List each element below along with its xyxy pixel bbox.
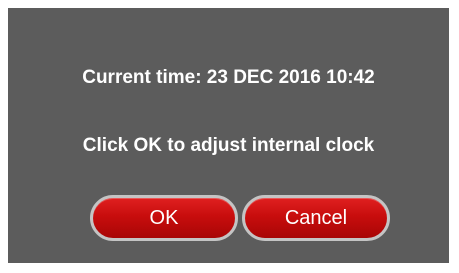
current-time-text: Current time: 23 DEC 2016 10:42 <box>82 67 375 88</box>
ok-button[interactable]: OK <box>90 195 238 241</box>
cancel-button[interactable]: Cancel <box>242 195 390 241</box>
clock-adjust-dialog: Current time: 23 DEC 2016 10:42 Click OK… <box>8 8 449 263</box>
adjust-clock-prompt: Click OK to adjust internal clock <box>82 135 375 156</box>
